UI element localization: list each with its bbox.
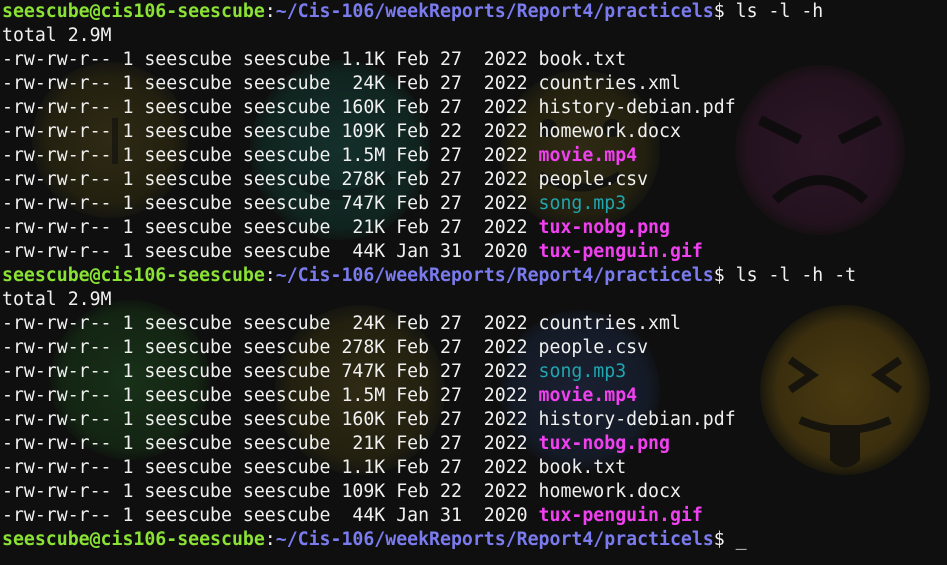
file-row: -rw-rw-r-- 1 seescube seescube 44K Jan 3…: [2, 504, 856, 528]
file-name: people.csv: [538, 169, 649, 190]
file-name: homework.docx: [538, 481, 681, 502]
file-name: history-debian.pdf: [538, 409, 736, 430]
prompt-line: seescube@cis106-seescube:~/Cis-106/weekR…: [2, 264, 856, 288]
file-row: -rw-rw-r-- 1 seescube seescube 1.1K Feb …: [2, 456, 856, 480]
file-metadata: -rw-rw-r-- 1 seescube seescube 160K Feb …: [2, 409, 539, 430]
file-name: movie.mp4: [538, 145, 638, 166]
text-cursor: _: [735, 529, 747, 550]
prompt-line: seescube@cis106-seescube:~/Cis-106/weekR…: [2, 0, 856, 24]
file-metadata: -rw-rw-r-- 1 seescube seescube 1.5M Feb …: [2, 145, 539, 166]
prompt-colon: :: [264, 1, 276, 22]
prompt-line-active[interactable]: seescube@cis106-seescube:~/Cis-106/weekR…: [2, 528, 856, 552]
file-row: -rw-rw-r-- 1 seescube seescube 1.5M Feb …: [2, 144, 856, 168]
prompt-symbol: $: [713, 265, 725, 286]
file-metadata: -rw-rw-r-- 1 seescube seescube 24K Feb 2…: [2, 73, 539, 94]
file-row: -rw-rw-r-- 1 seescube seescube 21K Feb 2…: [2, 216, 856, 240]
file-row: -rw-rw-r-- 1 seescube seescube 747K Feb …: [2, 360, 856, 384]
file-row: -rw-rw-r-- 1 seescube seescube 1.5M Feb …: [2, 384, 856, 408]
file-metadata: -rw-rw-r-- 1 seescube seescube 1.1K Feb …: [2, 49, 539, 70]
prompt-path: ~/Cis-106/weekReports/Report4/practicels: [275, 529, 714, 550]
file-name: book.txt: [538, 457, 627, 478]
file-name: homework.docx: [538, 121, 681, 142]
file-metadata: -rw-rw-r-- 1 seescube seescube 747K Feb …: [2, 361, 539, 382]
file-row: -rw-rw-r-- 1 seescube seescube 109K Feb …: [2, 120, 856, 144]
file-row: -rw-rw-r-- 1 seescube seescube 747K Feb …: [2, 192, 856, 216]
file-row: -rw-rw-r-- 1 seescube seescube 24K Feb 2…: [2, 72, 856, 96]
file-row: -rw-rw-r-- 1 seescube seescube 278K Feb …: [2, 336, 856, 360]
prompt-path: ~/Cis-106/weekReports/Report4/practicels: [275, 1, 714, 22]
terminal-output[interactable]: seescube@cis106-seescube:~/Cis-106/weekR…: [0, 0, 856, 552]
prompt-user-host: seescube@cis106-seescube: [2, 265, 265, 286]
file-name: tux-penguin.gif: [538, 505, 703, 526]
file-metadata: -rw-rw-r-- 1 seescube seescube 21K Feb 2…: [2, 433, 539, 454]
file-metadata: -rw-rw-r-- 1 seescube seescube 747K Feb …: [2, 193, 539, 214]
prompt-symbol: $: [713, 529, 725, 550]
total-line: total 2.9M: [2, 25, 112, 46]
prompt-symbol: $: [713, 1, 725, 22]
file-name: song.mp3: [538, 193, 627, 214]
file-name: song.mp3: [538, 361, 627, 382]
file-row: -rw-rw-r-- 1 seescube seescube 24K Feb 2…: [2, 312, 856, 336]
file-metadata: -rw-rw-r-- 1 seescube seescube 44K Jan 3…: [2, 241, 539, 262]
file-row: -rw-rw-r-- 1 seescube seescube 109K Feb …: [2, 480, 856, 504]
file-name: history-debian.pdf: [538, 97, 736, 118]
file-name: book.txt: [538, 49, 627, 70]
prompt-user-host: seescube@cis106-seescube: [2, 1, 265, 22]
file-row: -rw-rw-r-- 1 seescube seescube 278K Feb …: [2, 168, 856, 192]
file-metadata: -rw-rw-r-- 1 seescube seescube 109K Feb …: [2, 481, 539, 502]
file-metadata: -rw-rw-r-- 1 seescube seescube 44K Jan 3…: [2, 505, 539, 526]
file-metadata: -rw-rw-r-- 1 seescube seescube 24K Feb 2…: [2, 313, 539, 334]
file-row: -rw-rw-r-- 1 seescube seescube 1.1K Feb …: [2, 48, 856, 72]
file-metadata: -rw-rw-r-- 1 seescube seescube 160K Feb …: [2, 97, 539, 118]
file-name: tux-nobg.png: [538, 433, 670, 454]
command-text: ls -l -h -t: [724, 265, 857, 286]
file-metadata: -rw-rw-r-- 1 seescube seescube 109K Feb …: [2, 121, 539, 142]
prompt-colon: :: [264, 265, 276, 286]
file-metadata: -rw-rw-r-- 1 seescube seescube 1.1K Feb …: [2, 457, 539, 478]
file-row: -rw-rw-r-- 1 seescube seescube 21K Feb 2…: [2, 432, 856, 456]
file-row: -rw-rw-r-- 1 seescube seescube 44K Jan 3…: [2, 240, 856, 264]
file-metadata: -rw-rw-r-- 1 seescube seescube 278K Feb …: [2, 169, 539, 190]
file-name: tux-penguin.gif: [538, 241, 703, 262]
file-name: people.csv: [538, 337, 649, 358]
file-name: countries.xml: [538, 73, 681, 94]
file-metadata: -rw-rw-r-- 1 seescube seescube 21K Feb 2…: [2, 217, 539, 238]
file-name: movie.mp4: [538, 385, 638, 406]
file-metadata: -rw-rw-r-- 1 seescube seescube 1.5M Feb …: [2, 385, 539, 406]
prompt-colon: :: [264, 529, 276, 550]
file-name: tux-nobg.png: [538, 217, 670, 238]
command-input[interactable]: [725, 529, 736, 550]
prompt-user-host: seescube@cis106-seescube: [2, 529, 265, 550]
total-line: total 2.9M: [2, 289, 112, 310]
file-row: -rw-rw-r-- 1 seescube seescube 160K Feb …: [2, 408, 856, 432]
file-metadata: -rw-rw-r-- 1 seescube seescube 278K Feb …: [2, 337, 539, 358]
file-row: -rw-rw-r-- 1 seescube seescube 160K Feb …: [2, 96, 856, 120]
file-name: countries.xml: [538, 313, 681, 334]
command-text: ls -l -h: [724, 1, 824, 22]
prompt-path: ~/Cis-106/weekReports/Report4/practicels: [275, 265, 714, 286]
